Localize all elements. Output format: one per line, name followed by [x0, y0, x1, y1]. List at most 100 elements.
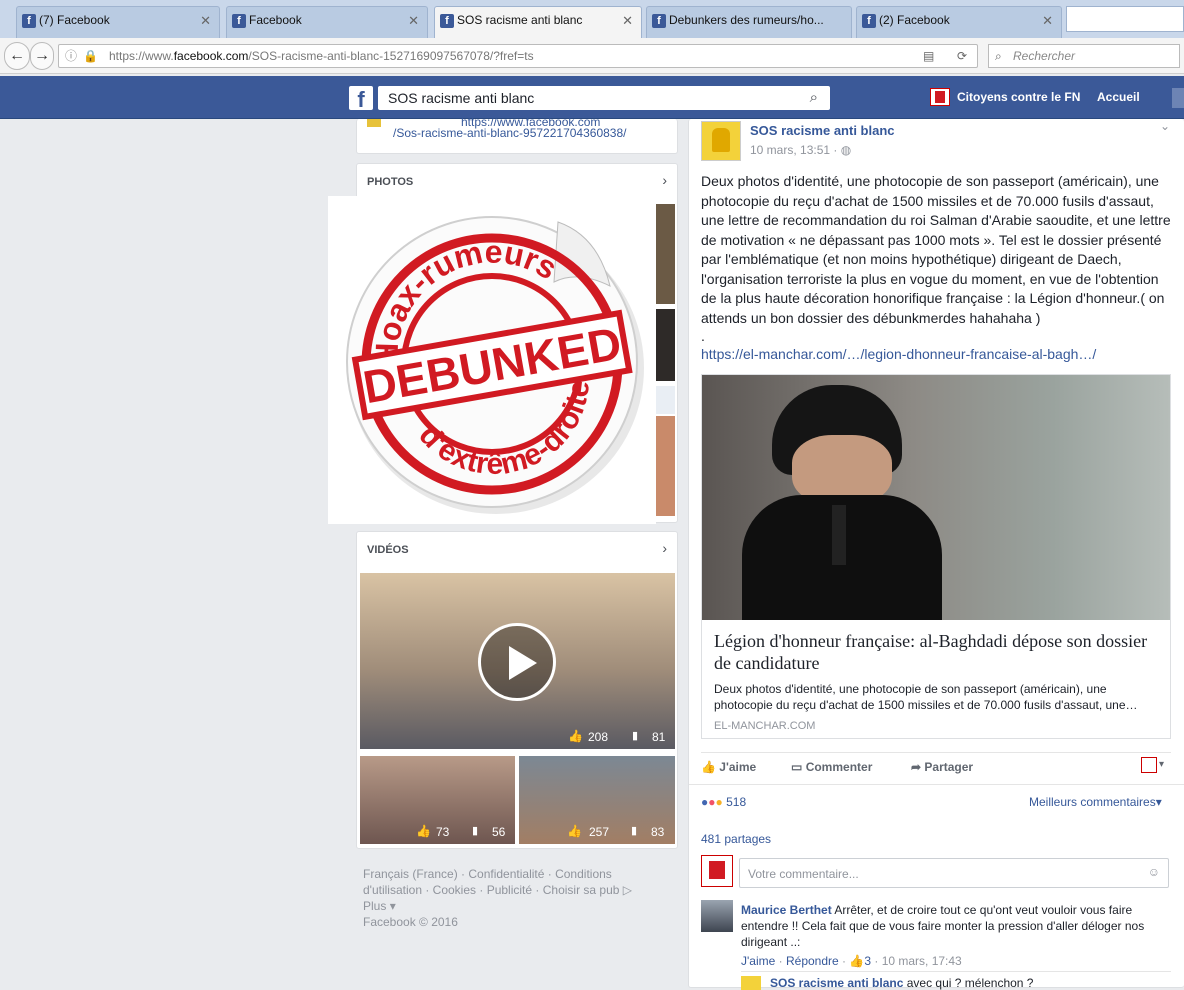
comment-likes-count[interactable]: 3: [864, 954, 871, 968]
footer-terms-link[interactable]: Conditions: [555, 867, 612, 881]
chevron-right-icon[interactable]: ›: [662, 540, 667, 556]
reload-icon[interactable]: ⟳: [957, 45, 967, 67]
commenter-avatar[interactable]: [701, 900, 733, 932]
forward-button[interactable]: →: [30, 42, 54, 70]
footer-cookies-link[interactable]: Cookies: [433, 883, 476, 897]
tab-facebook-7[interactable]: f (7) Facebook ✕: [16, 6, 220, 38]
tab-debunkers[interactable]: f Debunkers des rumeurs/ho...: [646, 6, 852, 38]
video-main-thumb[interactable]: 👍 208 ▮ 81: [360, 573, 675, 749]
tab-sos-racisme[interactable]: f SOS racisme anti blanc ✕: [434, 6, 642, 39]
tab-facebook-2[interactable]: f (2) Facebook ✕: [856, 6, 1062, 38]
divider: [689, 784, 1184, 785]
post-text: Deux photos d'identité, une photocopie d…: [701, 173, 1171, 326]
close-icon[interactable]: ✕: [200, 13, 211, 29]
comment-button[interactable]: ▭ Commenter: [791, 760, 872, 774]
about-link[interactable]: /Sos-racisme-anti-blanc-957221704360838/: [393, 126, 626, 140]
close-icon[interactable]: ✕: [408, 13, 419, 29]
facebook-search-input[interactable]: SOS racisme anti blanc ⌕: [378, 86, 830, 110]
tab-label: SOS racisme anti blanc: [457, 13, 583, 27]
footer-language-link[interactable]: Français (France): [363, 867, 458, 881]
author-avatar[interactable]: [701, 121, 741, 161]
reactions-row[interactable]: ●●● 518: [701, 795, 746, 809]
tab-facebook[interactable]: f Facebook ✕: [226, 6, 428, 38]
preview-image[interactable]: [702, 375, 1170, 620]
page-avatar[interactable]: [930, 88, 950, 106]
info-icon[interactable]: ⓘ: [65, 45, 77, 67]
preview-domain: EL-MANCHAR.COM: [714, 720, 816, 732]
preview-title[interactable]: Légion d'honneur française: al-Baghdadi …: [714, 630, 1162, 674]
comment-reply-link[interactable]: Répondre: [786, 954, 839, 968]
comment-icon: ▭: [791, 760, 803, 774]
video-likes: 208: [588, 730, 609, 744]
divider: [741, 971, 1171, 972]
post-as-avatar[interactable]: [1141, 757, 1157, 773]
video-comments: 81: [652, 730, 666, 744]
search-icon: ⌕: [995, 49, 1002, 63]
browser-search-input[interactable]: ⌕ Rechercher: [988, 44, 1180, 68]
post-date[interactable]: 10 mars, 13:51: [750, 143, 830, 157]
like-icon: 👍: [416, 824, 431, 838]
profile-avatar[interactable]: [1172, 88, 1184, 108]
link-preview[interactable]: Légion d'honneur française: al-Baghdadi …: [701, 374, 1171, 739]
comment-actions: J'aime · Répondre · 👍3 · 10 mars, 17:43: [741, 954, 962, 968]
footer-terms-link-2[interactable]: d'utilisation: [363, 883, 422, 897]
chevron-down-icon[interactable]: ⌄: [1160, 119, 1170, 133]
footer-more-link[interactable]: Plus: [363, 899, 386, 913]
home-link[interactable]: Accueil: [1097, 90, 1140, 104]
photo-thumb[interactable]: [655, 309, 675, 381]
like-button[interactable]: 👍 J'aime: [701, 760, 756, 774]
share-button[interactable]: ➦ Partager: [911, 760, 973, 774]
footer-privacy-link[interactable]: Confidentialité: [468, 867, 544, 881]
comment-like-link[interactable]: J'aime: [741, 954, 775, 968]
facebook-icon: f: [862, 14, 876, 28]
video-small-thumb[interactable]: 👍 73 ▮ 56: [360, 756, 515, 844]
comment-input[interactable]: Votre commentaire... ☺: [739, 858, 1169, 888]
url-bar[interactable]: ⓘ 🔒 https://www.facebook.com/SOS-racisme…: [58, 44, 978, 68]
comment-date[interactable]: 10 mars, 17:43: [882, 954, 962, 968]
play-button[interactable]: [478, 623, 556, 701]
footer-ads-link[interactable]: Publicité: [487, 883, 532, 897]
post-author[interactable]: SOS racisme anti blanc: [750, 123, 895, 138]
browser-tab-bar: f (7) Facebook ✕ f Facebook ✕ f SOS racisme a…: [0, 0, 1184, 39]
comment: Maurice Berthet Arrêter, et de croire to…: [741, 902, 1171, 950]
video-comments: 83: [651, 825, 665, 839]
tab-strip-field[interactable]: [1066, 6, 1184, 32]
haha-reaction-icon: ●: [715, 795, 723, 809]
debunked-stamp-icon: Hoax-rumeurs d'extrême-droite DEBUNKED: [346, 216, 644, 514]
facebook-top-bar: f SOS racisme anti blanc ⌕ Citoyens contr…: [0, 76, 1184, 119]
caret-down-icon: ▾: [1155, 795, 1162, 809]
video-small-thumb[interactable]: 👍 257 ▮ 83: [519, 756, 675, 844]
adchoices-icon: ▷: [622, 883, 633, 897]
chevron-right-icon[interactable]: ›: [662, 172, 667, 188]
facebook-icon: f: [440, 14, 454, 28]
shares-count[interactable]: 481 partages: [701, 832, 771, 846]
photo-thumb[interactable]: [655, 204, 675, 304]
post-link[interactable]: https://el-manchar.com/…/legion-dhonneur…: [701, 346, 1096, 362]
play-icon: [509, 646, 537, 680]
like-label: J'aime: [719, 760, 757, 774]
lock-icon: 🔒: [83, 49, 98, 63]
facebook-logo-icon[interactable]: f: [349, 86, 373, 112]
globe-icon: ◍: [840, 143, 852, 157]
footer-adchoices-link[interactable]: Choisir sa pub: [543, 883, 620, 897]
comment-label: Commenter: [805, 760, 873, 774]
back-button[interactable]: ←: [4, 42, 30, 70]
comment-author[interactable]: Maurice Berthet: [741, 903, 832, 917]
close-icon[interactable]: ✕: [1042, 13, 1053, 29]
share-icon: ➦: [911, 760, 922, 774]
search-icon[interactable]: ⌕: [810, 86, 818, 110]
photo-thumb[interactable]: [655, 386, 675, 414]
sort-comments-menu[interactable]: Meilleurs commentaires▾: [1029, 795, 1162, 809]
like-icon: 👍: [567, 824, 582, 838]
close-icon[interactable]: ✕: [622, 13, 633, 29]
video-comments: 56: [492, 825, 506, 839]
videos-section-title[interactable]: VIDÉOS: [367, 544, 409, 556]
reader-view-icon[interactable]: ▤: [923, 45, 934, 67]
caret-down-icon: ▾: [389, 899, 396, 913]
page-switcher-link[interactable]: Citoyens contre le FN: [957, 90, 1080, 104]
photos-section-title[interactable]: PHOTOS: [367, 176, 413, 188]
caret-down-icon[interactable]: ▾: [1159, 759, 1164, 770]
emoji-icon[interactable]: ☺: [1148, 865, 1160, 879]
browser-nav-bar: ← → ⓘ 🔒 https://www.facebook.com/SOS-rac…: [0, 38, 1184, 74]
photo-thumb[interactable]: [655, 416, 675, 516]
